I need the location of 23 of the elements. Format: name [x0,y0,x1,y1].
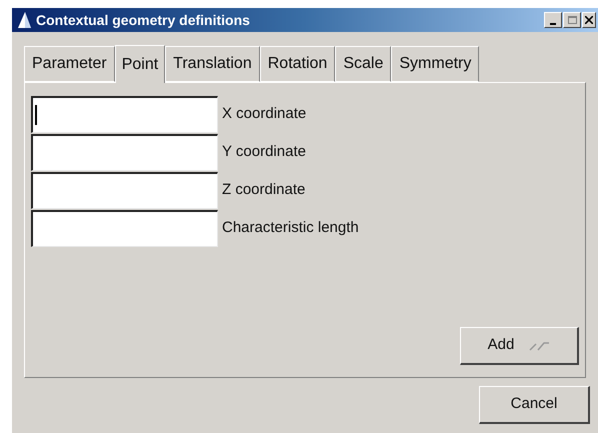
field-label: X coordinate [222,104,306,124]
input-field[interactable] [31,96,218,132]
tab[interactable]: Symmetry [391,46,480,82]
field-label: Z coordinate [222,180,306,200]
check-icon [528,340,550,352]
tab[interactable]: Translation [165,46,260,82]
minimize-button[interactable] [544,12,562,28]
close-icon [585,16,593,24]
tab[interactable]: Parameter [24,46,115,82]
maximize-button[interactable] [563,12,581,28]
window-title: Contextual geometry definitions [36,10,251,30]
close-button[interactable] [582,12,596,28]
app-logo-icon [16,11,32,29]
field-label: Characteristic length [222,218,359,238]
tab[interactable]: Point [114,45,166,83]
input-field[interactable] [31,172,218,208]
tab[interactable]: Rotation [260,46,336,82]
input-field[interactable] [31,134,218,170]
input-field[interactable] [31,210,218,246]
tab[interactable]: Scale [335,46,392,82]
field-label: Y coordinate [222,142,306,162]
add-button[interactable]: Add [460,327,579,365]
cancel-button[interactable]: Cancel [479,386,590,424]
